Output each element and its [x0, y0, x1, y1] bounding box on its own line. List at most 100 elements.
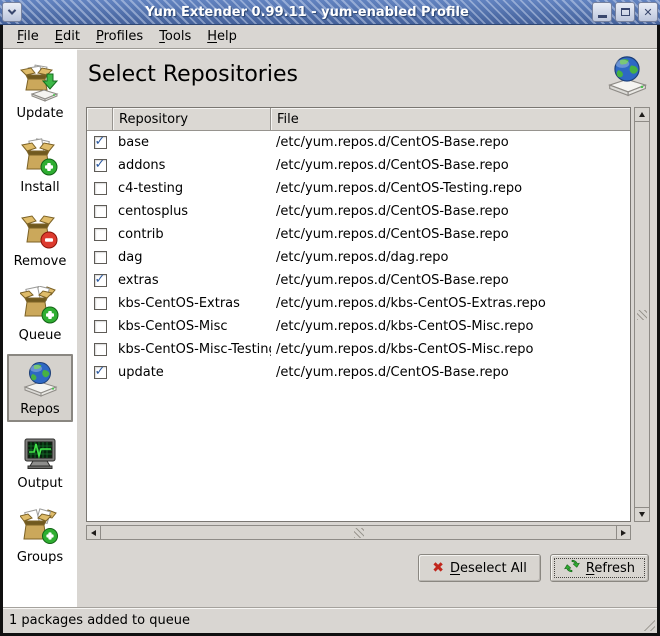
repo-name: kbs-CentOS-Misc-Testing	[113, 342, 271, 357]
sidebar-item-groups[interactable]: Groups	[7, 502, 73, 570]
update-icon	[20, 64, 60, 104]
deselect-all-button[interactable]: ✖ Deselect All	[418, 554, 541, 582]
sidebar-label-update: Update	[16, 106, 63, 121]
sidebar-label-install: Install	[20, 180, 59, 195]
menu-profiles[interactable]: Profiles	[88, 26, 151, 47]
column-header-checkbox[interactable]	[87, 108, 113, 131]
minimize-button[interactable]	[592, 2, 612, 22]
sidebar-item-install[interactable]: Install	[7, 132, 73, 200]
repo-checkbox[interactable]	[94, 205, 107, 218]
resize-grip[interactable]	[641, 617, 655, 631]
repo-name: addons	[113, 158, 271, 173]
red-x-icon: ✖	[432, 561, 444, 575]
repo-checkbox[interactable]	[94, 343, 107, 356]
sidebar: Update	[3, 49, 77, 607]
groups-icon	[20, 508, 60, 548]
table-row[interactable]: contrib /etc/yum.repos.d/CentOS-Base.rep…	[87, 223, 630, 246]
close-button[interactable]: ✕	[638, 2, 658, 22]
repo-file: /etc/yum.repos.d/kbs-CentOS-Extras.repo	[271, 296, 630, 311]
window-menu-icon	[8, 6, 16, 14]
statusbar: 1 packages added to queue	[3, 607, 657, 633]
table-row[interactable]: update /etc/yum.repos.d/CentOS-Base.repo	[87, 361, 630, 384]
column-header-file[interactable]: File	[271, 108, 630, 131]
repo-name: c4-testing	[113, 181, 271, 196]
arrow-down-icon	[639, 512, 645, 517]
page-title: Select Repositories	[88, 62, 298, 87]
repo-file: /etc/yum.repos.d/CentOS-Base.repo	[271, 273, 630, 288]
table-row[interactable]: dag /etc/yum.repos.d/dag.repo	[87, 246, 630, 269]
column-header-repository[interactable]: Repository	[113, 108, 271, 131]
scroll-right-button[interactable]	[616, 525, 631, 540]
sidebar-label-output: Output	[17, 476, 62, 491]
vertical-scrollbar-thumb[interactable]	[634, 122, 650, 507]
menu-edit[interactable]: Edit	[47, 26, 88, 47]
sidebar-item-output[interactable]: Output	[7, 428, 73, 496]
table-row[interactable]: kbs-CentOS-Misc /etc/yum.repos.d/kbs-Cen…	[87, 315, 630, 338]
repo-checkbox[interactable]	[94, 320, 107, 333]
scroll-down-button[interactable]	[634, 507, 650, 522]
repo-checkbox[interactable]	[94, 182, 107, 195]
window-menu-button[interactable]	[2, 2, 22, 22]
scroll-up-button[interactable]	[634, 107, 650, 122]
minimize-icon	[598, 15, 607, 18]
repo-checkbox[interactable]	[94, 297, 107, 310]
repo-file: /etc/yum.repos.d/CentOS-Testing.repo	[271, 181, 630, 196]
sidebar-item-update[interactable]: Update	[7, 58, 73, 126]
repo-name: base	[113, 135, 271, 150]
horizontal-scrollbar	[86, 525, 631, 540]
repo-checkbox[interactable]	[94, 274, 107, 287]
window-title: Yum Extender 0.99.11 - yum-enabled Profi…	[22, 5, 592, 20]
sidebar-item-repos[interactable]: Repos	[7, 354, 73, 422]
queue-icon	[20, 286, 60, 326]
sidebar-item-remove[interactable]: Remove	[7, 206, 73, 274]
sidebar-item-queue[interactable]: Queue	[7, 280, 73, 348]
window-frame: File Edit Profiles Tools Help	[0, 25, 660, 636]
arrow-up-icon	[639, 112, 645, 117]
maximize-icon	[621, 8, 630, 16]
repo-file: /etc/yum.repos.d/CentOS-Base.repo	[271, 204, 630, 219]
arrow-right-icon	[621, 530, 626, 536]
refresh-icon	[564, 558, 580, 578]
output-icon	[20, 434, 60, 474]
sidebar-label-groups: Groups	[17, 550, 63, 565]
repo-file: /etc/yum.repos.d/kbs-CentOS-Misc.repo	[271, 319, 630, 334]
arrow-left-icon	[91, 530, 96, 536]
repos-icon	[20, 360, 60, 400]
horizontal-scrollbar-thumb[interactable]	[101, 525, 616, 540]
scroll-left-button[interactable]	[86, 525, 101, 540]
repo-checkbox[interactable]	[94, 366, 107, 379]
table-row[interactable]: c4-testing /etc/yum.repos.d/CentOS-Testi…	[87, 177, 630, 200]
table-row[interactable]: kbs-CentOS-Extras /etc/yum.repos.d/kbs-C…	[87, 292, 630, 315]
repo-checkbox[interactable]	[94, 228, 107, 241]
maximize-button[interactable]	[615, 2, 635, 22]
repo-file: /etc/yum.repos.d/CentOS-Base.repo	[271, 135, 630, 150]
refresh-button[interactable]: Refresh	[550, 554, 649, 582]
repo-name: extras	[113, 273, 271, 288]
remove-icon	[20, 212, 60, 252]
sidebar-label-repos: Repos	[20, 402, 59, 417]
repo-name: kbs-CentOS-Extras	[113, 296, 271, 311]
repo-name: contrib	[113, 227, 271, 242]
table-body: base /etc/yum.repos.d/CentOS-Base.repo a…	[87, 131, 630, 521]
yum-extender-window: Yum Extender 0.99.11 - yum-enabled Profi…	[0, 0, 660, 636]
menu-file[interactable]: File	[9, 26, 47, 47]
menu-tools[interactable]: Tools	[151, 26, 199, 47]
menubar: File Edit Profiles Tools Help	[3, 25, 657, 49]
titlebar[interactable]: Yum Extender 0.99.11 - yum-enabled Profi…	[0, 0, 660, 25]
table-row[interactable]: centosplus /etc/yum.repos.d/CentOS-Base.…	[87, 200, 630, 223]
table-row[interactable]: base /etc/yum.repos.d/CentOS-Base.repo	[87, 131, 630, 154]
repo-file: /etc/yum.repos.d/CentOS-Base.repo	[271, 227, 630, 242]
scrollbar-grip-icon	[637, 310, 647, 320]
menu-help[interactable]: Help	[199, 26, 245, 47]
repo-checkbox[interactable]	[94, 251, 107, 264]
repo-checkbox[interactable]	[94, 136, 107, 149]
repo-name: kbs-CentOS-Misc	[113, 319, 271, 334]
table-row[interactable]: addons /etc/yum.repos.d/CentOS-Base.repo	[87, 154, 630, 177]
sidebar-label-remove: Remove	[14, 254, 67, 269]
scrollbar-grip-icon	[354, 528, 364, 538]
table-row[interactable]: kbs-CentOS-Misc-Testing /etc/yum.repos.d…	[87, 338, 630, 361]
repo-checkbox[interactable]	[94, 159, 107, 172]
repos-globe-icon	[604, 54, 650, 100]
repo-file: /etc/yum.repos.d/CentOS-Base.repo	[271, 158, 630, 173]
table-row[interactable]: extras /etc/yum.repos.d/CentOS-Base.repo	[87, 269, 630, 292]
